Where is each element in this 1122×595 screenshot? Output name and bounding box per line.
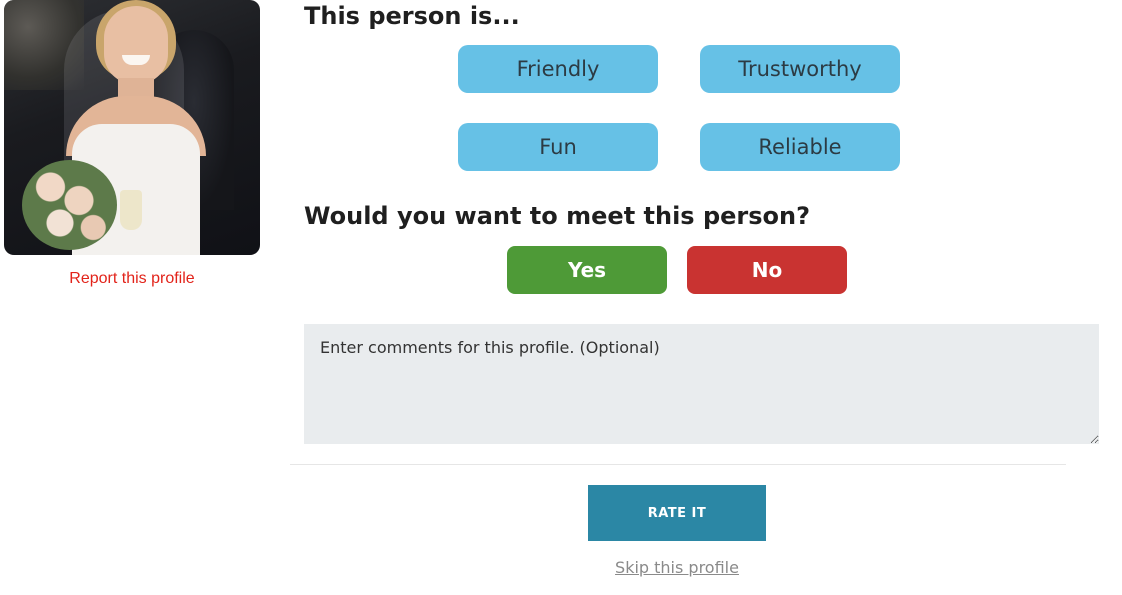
profile-photo: [4, 0, 260, 255]
photo-champagne-glass: [120, 190, 142, 230]
skip-profile-link[interactable]: Skip this profile: [588, 558, 766, 577]
meet-heading: Would you want to meet this person?: [304, 202, 811, 230]
report-profile-link[interactable]: Report this profile: [4, 270, 260, 288]
photo-face: [104, 6, 168, 84]
trait-trustworthy-button[interactable]: Trustworthy: [700, 45, 900, 93]
trait-friendly-button[interactable]: Friendly: [458, 45, 658, 93]
rate-it-button[interactable]: RATE IT: [588, 485, 766, 541]
trait-fun-button[interactable]: Fun: [458, 123, 658, 171]
photo-bouquet: [22, 160, 117, 250]
trait-reliable-button[interactable]: Reliable: [700, 123, 900, 171]
meet-no-button[interactable]: No: [687, 246, 847, 294]
section-divider: [290, 464, 1066, 465]
traits-heading: This person is...: [304, 2, 520, 30]
meet-yes-button[interactable]: Yes: [507, 246, 667, 294]
rate-profile-page: Report this profile This person is... Fr…: [0, 0, 1122, 595]
comments-textarea[interactable]: [304, 324, 1099, 444]
